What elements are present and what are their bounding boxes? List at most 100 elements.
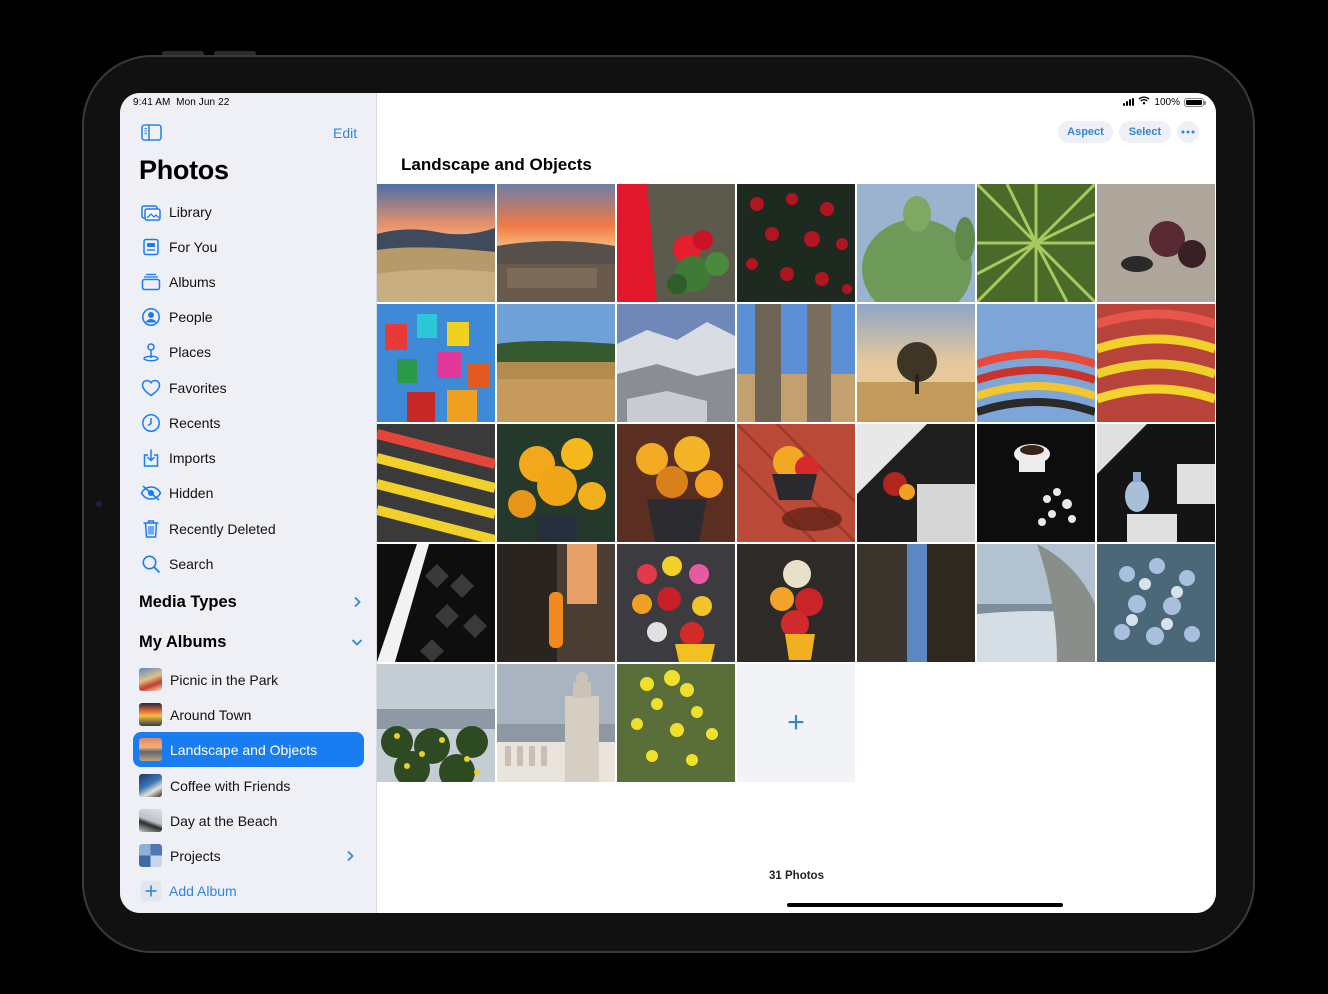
chevron-right-icon [350, 595, 364, 609]
screen: 9:41 AM Mon Jun 22 Edit Photos Library F… [120, 93, 1216, 913]
sidebar-item-recently-deleted[interactable]: Recently Deleted [133, 511, 364, 546]
album-coffee-with-friends[interactable]: Coffee with Friends [133, 768, 364, 803]
chevron-right-icon [343, 849, 357, 863]
sidebar: 9:41 AM Mon Jun 22 Edit Photos Library F… [120, 93, 377, 913]
photo-thumbnail[interactable] [737, 304, 855, 422]
eye-slash-icon [140, 482, 162, 504]
front-camera [96, 501, 102, 507]
add-album-button[interactable]: Add Album [133, 873, 364, 908]
aspect-button[interactable]: Aspect [1058, 121, 1113, 143]
photo-thumbnail[interactable] [377, 304, 495, 422]
photo-thumbnail[interactable] [1097, 184, 1215, 302]
album-picnic-in-the-park[interactable]: Picnic in the Park [133, 662, 364, 697]
photo-thumbnail[interactable] [737, 424, 855, 542]
status-time: 9:41 AM Mon Jun 22 [133, 97, 229, 108]
sidebar-item-favorites[interactable]: Favorites [133, 370, 364, 405]
photo-thumbnail[interactable] [617, 544, 735, 662]
album-label: Coffee with Friends [170, 777, 291, 794]
sidebar-title: Photos [139, 155, 229, 185]
cellular-signal-icon [1123, 98, 1135, 106]
sidebar-item-label: Library [169, 203, 212, 220]
photo-count: 31 Photos [769, 870, 824, 882]
places-icon [140, 341, 162, 363]
sidebar-item-label: For You [169, 238, 218, 255]
album-label: Around Town [170, 706, 252, 723]
photo-thumbnail[interactable] [857, 544, 975, 662]
album-thumbnail [139, 809, 162, 832]
sidebar-item-recents[interactable]: Recents [133, 405, 364, 440]
sidebar-item-label: Search [169, 555, 214, 572]
sidebar-item-people[interactable]: People [133, 299, 364, 334]
sidebar-item-label: Recents [169, 414, 221, 431]
album-around-town[interactable]: Around Town [133, 697, 364, 732]
sidebar-item-places[interactable]: Places [133, 334, 364, 369]
photo-thumbnail[interactable] [1097, 304, 1215, 422]
photo-thumbnail[interactable] [497, 544, 615, 662]
photo-thumbnail[interactable] [857, 184, 975, 302]
sidebar-item-library[interactable]: Library [133, 194, 364, 229]
sidebar-item-hidden[interactable]: Hidden [133, 475, 364, 510]
photo-thumbnail[interactable] [857, 424, 975, 542]
photo-thumbnail[interactable] [977, 304, 1095, 422]
album-thumbnail [139, 738, 162, 761]
edit-button[interactable]: Edit [333, 125, 357, 141]
photo-thumbnail[interactable] [977, 544, 1095, 662]
album-thumbnail [139, 668, 162, 691]
add-photo-button[interactable]: + [737, 664, 855, 782]
photo-thumbnail[interactable] [377, 184, 495, 302]
media-types-label: Media Types [139, 592, 237, 611]
sidebar-toggle-icon[interactable] [141, 124, 162, 141]
photo-thumbnail[interactable] [617, 184, 735, 302]
album-label: Landscape and Objects [170, 741, 318, 758]
photo-thumbnail[interactable] [617, 424, 735, 542]
for-you-icon [140, 236, 162, 258]
album-label: Day at the Beach [170, 812, 278, 829]
photo-thumbnail[interactable] [617, 304, 735, 422]
photo-thumbnail[interactable] [977, 424, 1095, 542]
photo-thumbnail[interactable] [497, 184, 615, 302]
photo-thumbnail[interactable] [497, 304, 615, 422]
sidebar-item-imports[interactable]: Imports [133, 440, 364, 475]
photo-thumbnail[interactable] [1097, 424, 1215, 542]
photo-thumbnail[interactable] [857, 304, 975, 422]
album-day-at-the-beach[interactable]: Day at the Beach [133, 803, 364, 838]
library-icon [140, 201, 162, 223]
status-time-text: 9:41 AM [133, 97, 171, 108]
status-date-text: Mon Jun 22 [176, 97, 230, 108]
plus-icon: + [787, 706, 805, 739]
heart-icon [140, 377, 162, 399]
media-types-section[interactable]: Media Types [139, 587, 364, 617]
sidebar-item-albums[interactable]: Albums [133, 264, 364, 299]
battery-icon [1184, 97, 1206, 107]
my-albums-section[interactable]: My Albums [139, 627, 364, 657]
album-projects[interactable]: Projects [133, 838, 364, 873]
my-albums-label: My Albums [139, 632, 227, 651]
photo-thumbnail[interactable] [377, 544, 495, 662]
photo-thumbnail[interactable] [737, 184, 855, 302]
wifi-icon [1138, 96, 1150, 108]
album-title: Landscape and Objects [401, 155, 592, 174]
photo-thumbnail[interactable] [977, 184, 1095, 302]
album-thumbnail [139, 774, 162, 797]
sidebar-item-search[interactable]: Search [133, 546, 364, 581]
album-thumbnail [139, 703, 162, 726]
sidebar-item-label: Favorites [169, 379, 227, 396]
add-album-label: Add Album [169, 882, 237, 899]
album-landscape-and-objects[interactable]: Landscape and Objects [133, 732, 364, 767]
people-icon [140, 306, 162, 328]
home-indicator[interactable] [787, 903, 1063, 907]
photo-thumbnail[interactable] [617, 664, 735, 782]
select-button[interactable]: Select [1119, 121, 1171, 143]
sidebar-item-for-you[interactable]: For You [133, 229, 364, 264]
more-button[interactable] [1177, 121, 1199, 143]
sidebar-item-label: Albums [169, 273, 216, 290]
photo-thumbnail[interactable] [497, 664, 615, 782]
photo-thumbnail[interactable] [737, 544, 855, 662]
photo-thumbnail[interactable] [377, 664, 495, 782]
photo-thumbnail[interactable] [1097, 544, 1215, 662]
clock-icon [140, 412, 162, 434]
main-content: 100% Aspect Select Landscape and Objects [377, 93, 1216, 913]
photo-thumbnail[interactable] [377, 424, 495, 542]
photo-thumbnail[interactable] [497, 424, 615, 542]
sidebar-item-label: People [169, 308, 213, 325]
